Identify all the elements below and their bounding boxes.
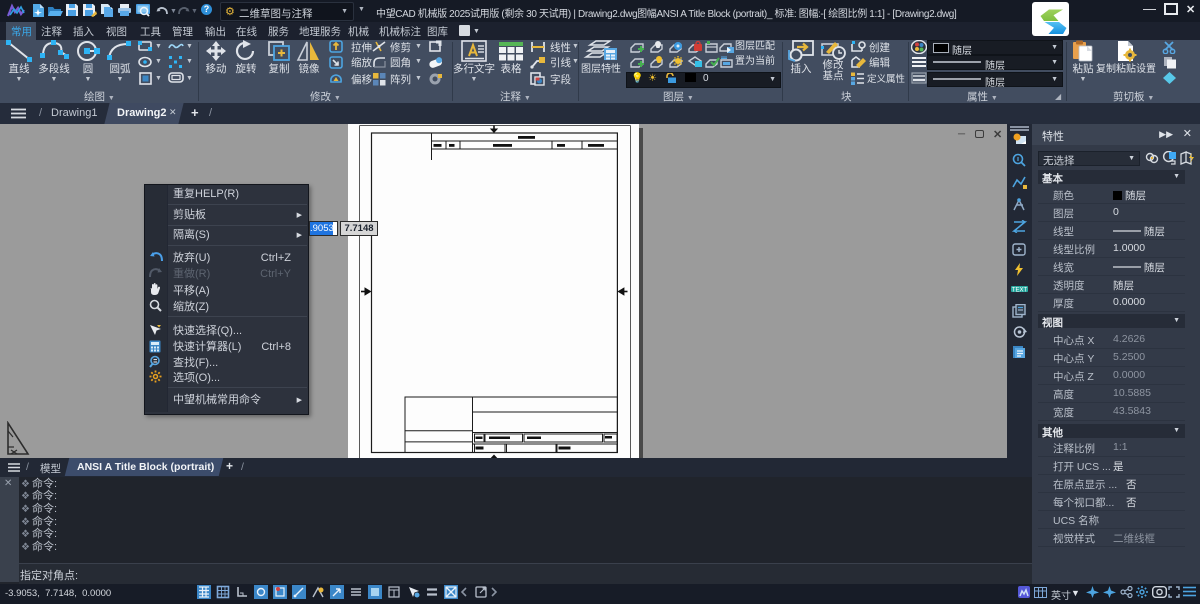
svg-text:TEXT: TEXT <box>1012 288 1028 294</box>
